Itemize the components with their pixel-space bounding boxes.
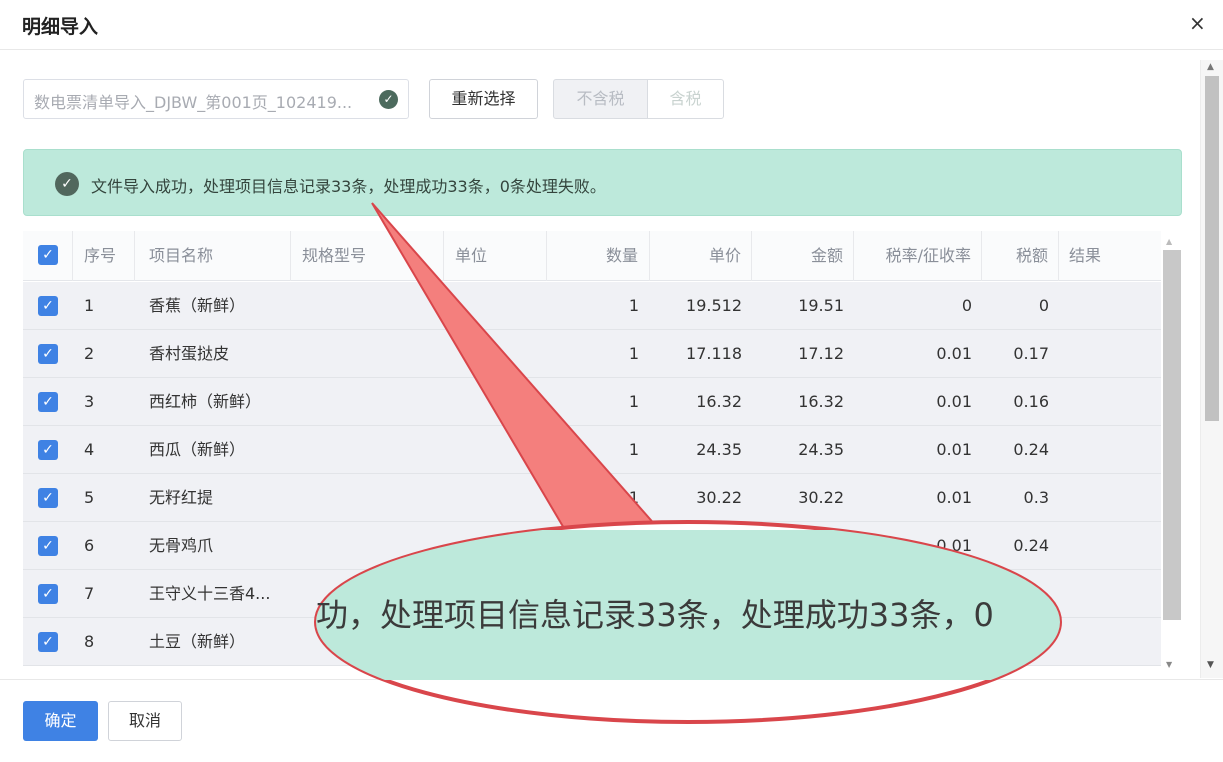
close-icon[interactable]: × bbox=[1189, 11, 1206, 35]
table-row[interactable]: ✓ 3 西红柿（新鲜） 1 16.32 16.32 0.01 0.16 bbox=[23, 378, 1161, 426]
cell-price: 30.22 bbox=[696, 488, 742, 507]
cell-tax-rate: 0.01 bbox=[936, 392, 972, 411]
dialog-scrollbar[interactable]: ▲ ▼ bbox=[1200, 60, 1223, 678]
tax-included-option[interactable]: 含税 bbox=[647, 79, 724, 119]
row-checkbox[interactable]: ✓ bbox=[38, 392, 58, 412]
header-result: 结果 bbox=[1069, 246, 1102, 265]
cell-tax: 0.3 bbox=[1023, 488, 1049, 507]
cell-amount: 24.35 bbox=[798, 440, 844, 459]
table-row[interactable]: ✓ 1 香蕉（新鲜） 1 19.512 19.51 0 0 bbox=[23, 282, 1161, 330]
select-all-checkbox[interactable]: ✓ bbox=[38, 245, 58, 265]
header-index: 序号 bbox=[73, 231, 135, 281]
cell-price: 24.35 bbox=[696, 440, 742, 459]
table-row[interactable]: ✓ 8 土豆（新鲜） bbox=[23, 618, 1161, 666]
row-checkbox[interactable]: ✓ bbox=[38, 536, 58, 556]
row-checkbox[interactable]: ✓ bbox=[38, 488, 58, 508]
row-checkbox[interactable]: ✓ bbox=[38, 296, 58, 316]
table-header: ✓ 序号 项目名称 规格型号 单位 数量 单价 金额 税率/征收率 税额 结果 bbox=[23, 231, 1161, 281]
cell-name: 西红柿（新鲜） bbox=[149, 392, 262, 411]
cell-quantity: 1 bbox=[628, 392, 639, 411]
cell-name: 无籽红提 bbox=[149, 488, 214, 507]
scroll-up-icon[interactable]: ▲ bbox=[1207, 62, 1214, 72]
cell-tax-rate: 0.01 bbox=[936, 344, 972, 363]
dialog-title: 明细导入 bbox=[22, 16, 99, 38]
table-row[interactable]: ✓ 5 无籽红提 1 30.22 30.22 0.01 0.3 bbox=[23, 474, 1161, 522]
table-scrollbar[interactable] bbox=[1163, 250, 1181, 620]
header-price: 单价 bbox=[650, 231, 752, 281]
cell-index: 1 bbox=[84, 296, 95, 315]
cell-index: 7 bbox=[84, 584, 95, 603]
row-checkbox[interactable]: ✓ bbox=[38, 440, 58, 460]
cell-tax: 0.24 bbox=[1013, 440, 1049, 459]
cell-tax-rate: 0.01 bbox=[936, 536, 972, 555]
import-success-message: 文件导入成功，处理项目信息记录33条，处理成功33条，0条处理失败。 bbox=[91, 177, 606, 196]
cell-amount: 17.12 bbox=[798, 344, 844, 363]
table-scroll-down-icon[interactable]: ▼ bbox=[1166, 660, 1172, 669]
header-name: 项目名称 bbox=[135, 231, 291, 281]
cell-index: 5 bbox=[84, 488, 95, 507]
table-row[interactable]: ✓ 6 无骨鸡爪 0.01 0.24 bbox=[23, 522, 1161, 570]
cell-price: 19.512 bbox=[686, 296, 742, 315]
cell-index: 3 bbox=[84, 392, 95, 411]
cell-quantity: 1 bbox=[628, 440, 639, 459]
cell-name: 西瓜（新鲜） bbox=[149, 440, 246, 459]
header-tax: 税额 bbox=[982, 231, 1059, 281]
cell-tax: 0.24 bbox=[1013, 536, 1049, 555]
table-scroll-up-icon[interactable]: ▲ bbox=[1166, 237, 1172, 246]
selected-file-field[interactable]: 数电票清单导入_DJBW_第001页_102419... ✓ bbox=[23, 79, 409, 119]
tax-excluded-option[interactable]: 不含税 bbox=[553, 79, 648, 119]
cancel-button[interactable]: 取消 bbox=[108, 701, 182, 741]
row-checkbox[interactable]: ✓ bbox=[38, 584, 58, 604]
cell-tax-rate: 0.01 bbox=[936, 488, 972, 507]
file-name-text: 数电票清单导入_DJBW_第001页_102419... bbox=[34, 93, 353, 112]
cell-name: 无骨鸡爪 bbox=[149, 536, 214, 555]
cell-quantity: 1 bbox=[628, 296, 639, 315]
cell-amount: 16.32 bbox=[798, 392, 844, 411]
cell-name: 香村蛋挞皮 bbox=[149, 344, 230, 363]
scroll-thumb[interactable] bbox=[1205, 76, 1219, 421]
scroll-down-icon[interactable]: ▼ bbox=[1207, 660, 1214, 670]
cell-index: 4 bbox=[84, 440, 95, 459]
cell-amount: 19.51 bbox=[798, 296, 844, 315]
row-checkbox[interactable]: ✓ bbox=[38, 632, 58, 652]
cell-quantity: 1 bbox=[628, 488, 639, 507]
header-quantity: 数量 bbox=[547, 231, 650, 281]
cell-tax: 0.16 bbox=[1013, 392, 1049, 411]
cell-index: 8 bbox=[84, 632, 95, 651]
cell-tax-rate: 0.01 bbox=[936, 440, 972, 459]
confirm-button[interactable]: 确定 bbox=[23, 701, 98, 741]
dialog-header: 明细导入 × bbox=[0, 0, 1223, 50]
cell-tax: 0.17 bbox=[1013, 344, 1049, 363]
detail-table: ✓ 序号 项目名称 规格型号 单位 数量 单价 金额 税率/征收率 税额 结果 … bbox=[23, 231, 1161, 679]
cell-index: 6 bbox=[84, 536, 95, 555]
row-checkbox[interactable]: ✓ bbox=[38, 344, 58, 364]
check-circle-icon: ✓ bbox=[379, 90, 398, 109]
check-circle-icon: ✓ bbox=[55, 172, 79, 196]
header-unit: 单位 bbox=[444, 231, 547, 281]
dialog-footer: 确定 取消 bbox=[0, 679, 1223, 762]
cell-quantity: 1 bbox=[628, 344, 639, 363]
reselect-file-button[interactable]: 重新选择 bbox=[429, 79, 538, 119]
cell-tax: 0 bbox=[1038, 296, 1049, 315]
import-success-alert: ✓ 文件导入成功，处理项目信息记录33条，处理成功33条，0条处理失败。 bbox=[23, 149, 1182, 216]
cell-price: 17.118 bbox=[686, 344, 742, 363]
cell-price: 16.32 bbox=[696, 392, 742, 411]
header-amount: 金额 bbox=[752, 231, 854, 281]
cell-amount: 30.22 bbox=[798, 488, 844, 507]
cell-name: 香蕉（新鲜） bbox=[149, 296, 246, 315]
cell-tax-rate: 0 bbox=[961, 296, 972, 315]
table-row[interactable]: ✓ 7 王守义十三香4... bbox=[23, 570, 1161, 618]
cell-name: 王守义十三香4... bbox=[149, 584, 271, 603]
cell-name: 土豆（新鲜） bbox=[149, 632, 246, 651]
header-spec: 规格型号 bbox=[291, 231, 444, 281]
header-tax-rate: 税率/征收率 bbox=[854, 231, 982, 281]
select-all-cell: ✓ bbox=[23, 231, 73, 281]
table-row[interactable]: ✓ 2 香村蛋挞皮 1 17.118 17.12 0.01 0.17 bbox=[23, 330, 1161, 378]
cell-index: 2 bbox=[84, 344, 95, 363]
import-detail-dialog: 明细导入 × 数电票清单导入_DJBW_第001页_102419... ✓ 重新… bbox=[0, 0, 1223, 762]
table-row[interactable]: ✓ 4 西瓜（新鲜） 1 24.35 24.35 0.01 0.24 bbox=[23, 426, 1161, 474]
